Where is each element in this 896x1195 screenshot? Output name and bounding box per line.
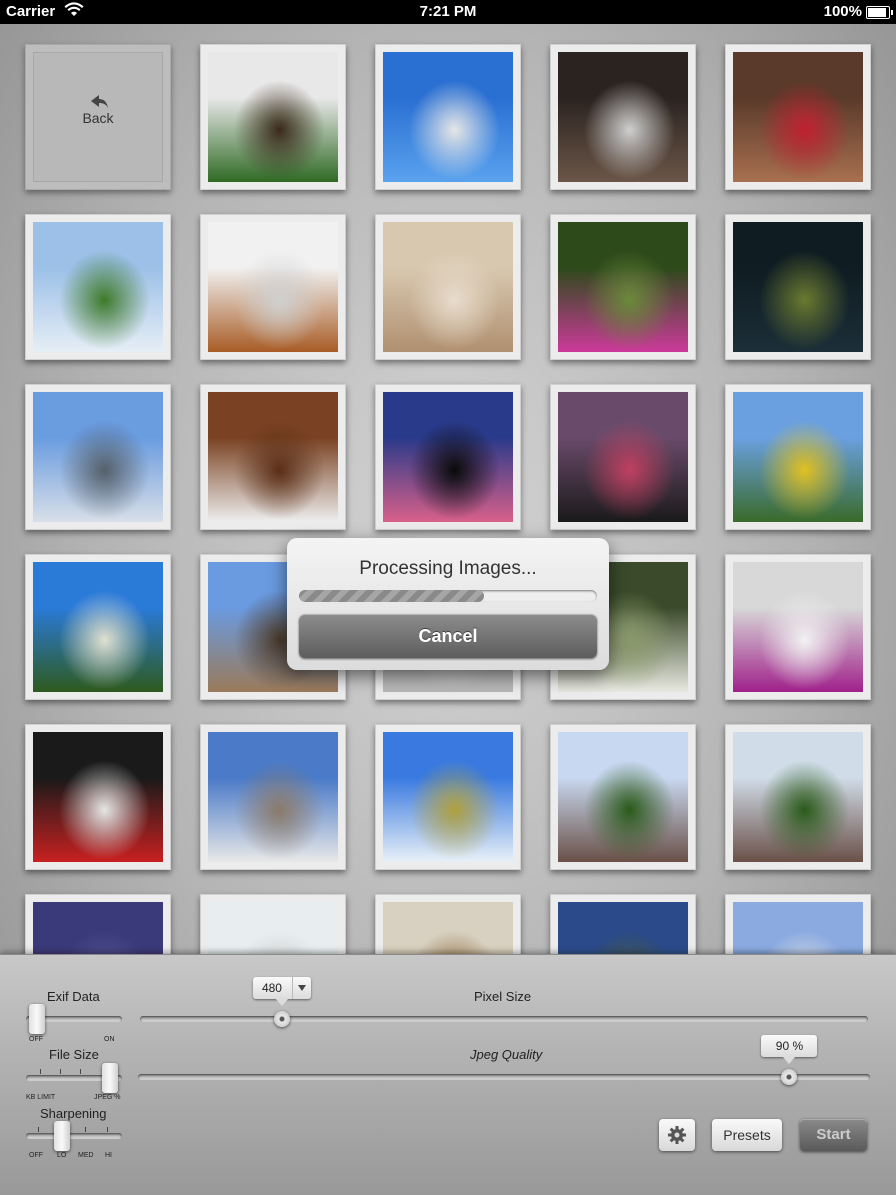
thumb-tree[interactable] [25, 554, 171, 700]
thumb-windmill-image [383, 52, 513, 182]
thumb-subway[interactable] [25, 724, 171, 870]
thumb-cathedral-2-image [733, 732, 863, 862]
thumb-red-flowers-image [733, 52, 863, 182]
thumb-pink-flower[interactable] [550, 214, 696, 360]
settings-button[interactable] [659, 1119, 695, 1151]
file-size-switch-thumb[interactable] [102, 1063, 118, 1093]
exif-switch-thumb[interactable] [29, 1004, 45, 1034]
progress-bar [299, 590, 597, 602]
pixel-size-slider[interactable] [140, 1016, 868, 1022]
thumb-coffee-image [208, 392, 338, 522]
back-arrow-icon [91, 95, 108, 108]
thumb-red-flowers[interactable] [725, 44, 871, 190]
battery-percentage: 100% [823, 3, 862, 20]
cancel-button[interactable]: Cancel [299, 614, 597, 658]
thumb-grill-image [558, 392, 688, 522]
thumb-ferris-wheel[interactable] [200, 724, 346, 870]
thumb-plant[interactable] [200, 44, 346, 190]
thumb-mountain[interactable] [25, 384, 171, 530]
thumb-coast[interactable] [550, 894, 696, 954]
file-size-jpeg-label: JPEG % [94, 1094, 121, 1101]
thumb-bread[interactable] [375, 894, 521, 954]
thumb-mountain-image [33, 392, 163, 522]
pixel-size-value: 480 [261, 981, 282, 995]
start-button[interactable]: Start [800, 1119, 867, 1151]
thumb-interior-image [558, 52, 688, 182]
thumb-teddy-bear-image [208, 222, 338, 352]
thumb-field-sky[interactable] [25, 214, 171, 360]
thumb-sunflowers-image [733, 392, 863, 522]
presets-button[interactable]: Presets [712, 1119, 782, 1151]
chevron-down-icon [291, 977, 311, 999]
thumb-sunflowers[interactable] [725, 384, 871, 530]
clock: 7:21 PM [419, 3, 477, 20]
thumb-bougainvillea[interactable] [725, 554, 871, 700]
jpeg-quality-slider-knob[interactable] [781, 1069, 798, 1085]
jpeg-quality-label: Jpeg Quality [470, 1047, 543, 1062]
thumb-grill[interactable] [550, 384, 696, 530]
thumb-pink-flower-image [558, 222, 688, 352]
thumb-cathedral[interactable] [550, 724, 696, 870]
settings-panel: Exif Data OFF ON File Size KB LIMIT JPEG… [0, 954, 896, 1195]
battery-icon [866, 6, 893, 19]
thumb-house-roof-image [733, 902, 863, 954]
thumb-sunset-silhouette-image [383, 392, 513, 522]
thumb-tree-image [33, 562, 163, 692]
jpeg-quality-slider[interactable] [138, 1074, 870, 1080]
thumb-pink-sky[interactable] [25, 894, 171, 954]
jpeg-quality-pointer [783, 1057, 796, 1064]
thumb-subway-image [33, 732, 163, 862]
thumb-plant-image [208, 52, 338, 182]
exif-off-label: OFF [29, 1036, 43, 1043]
thumb-wheat-field[interactable] [375, 724, 521, 870]
sharpening-label: Sharpening [40, 1106, 107, 1121]
thumb-field-sky-image [33, 222, 163, 352]
thumb-cathedral-image [558, 732, 688, 862]
thumb-bread-image [383, 902, 513, 954]
back-label: Back [82, 110, 114, 126]
pixel-size-pointer [275, 999, 288, 1006]
thumb-coast-image [558, 902, 688, 954]
exif-on-label: ON [104, 1036, 115, 1043]
thumb-snow-image [208, 902, 338, 954]
thumb-bougainvillea-image [733, 562, 863, 692]
thumb-interior[interactable] [550, 44, 696, 190]
thumb-wheat-field-image [383, 732, 513, 862]
pixel-size-dropdown[interactable]: 480 [252, 977, 311, 999]
status-bar: Carrier 7:21 PM 100% [0, 0, 896, 24]
thumb-pink-sky-image [33, 902, 163, 954]
thumb-windmill[interactable] [375, 44, 521, 190]
thumb-dark-lake[interactable] [725, 214, 871, 360]
thumb-teddy-bear[interactable] [200, 214, 346, 360]
thumb-sunset-silhouette[interactable] [375, 384, 521, 530]
photo-grid: Back [0, 24, 896, 954]
file-size-label: File Size [49, 1047, 99, 1062]
back-button[interactable]: Back [25, 44, 171, 190]
jpeg-quality-value: 90 % [761, 1035, 818, 1057]
thumb-coffee[interactable] [200, 384, 346, 530]
gear-icon [668, 1126, 686, 1144]
pixel-size-slider-knob[interactable] [273, 1011, 290, 1027]
thumb-cathedral-2[interactable] [725, 724, 871, 870]
dialog-title: Processing Images... [359, 558, 537, 579]
thumb-almonds-image [383, 222, 513, 352]
thumb-house-roof[interactable] [725, 894, 871, 954]
sharpening-hi-label: HI [105, 1152, 112, 1159]
sharpening-off-label: OFF [29, 1152, 43, 1159]
thumb-dark-lake-image [733, 222, 863, 352]
sharpening-med-label: MED [78, 1152, 94, 1159]
processing-dialog: Processing Images... Cancel [287, 538, 609, 670]
pixel-size-label: Pixel Size [474, 989, 532, 1004]
exif-label: Exif Data [47, 989, 100, 1004]
thumb-snow[interactable] [200, 894, 346, 954]
sharpening-lo-label: LO [57, 1152, 67, 1159]
thumb-almonds[interactable] [375, 214, 521, 360]
thumb-ferris-wheel-image [208, 732, 338, 862]
file-size-kb-label: KB LIMIT [26, 1094, 56, 1101]
sharpening-thumb[interactable] [54, 1121, 70, 1151]
